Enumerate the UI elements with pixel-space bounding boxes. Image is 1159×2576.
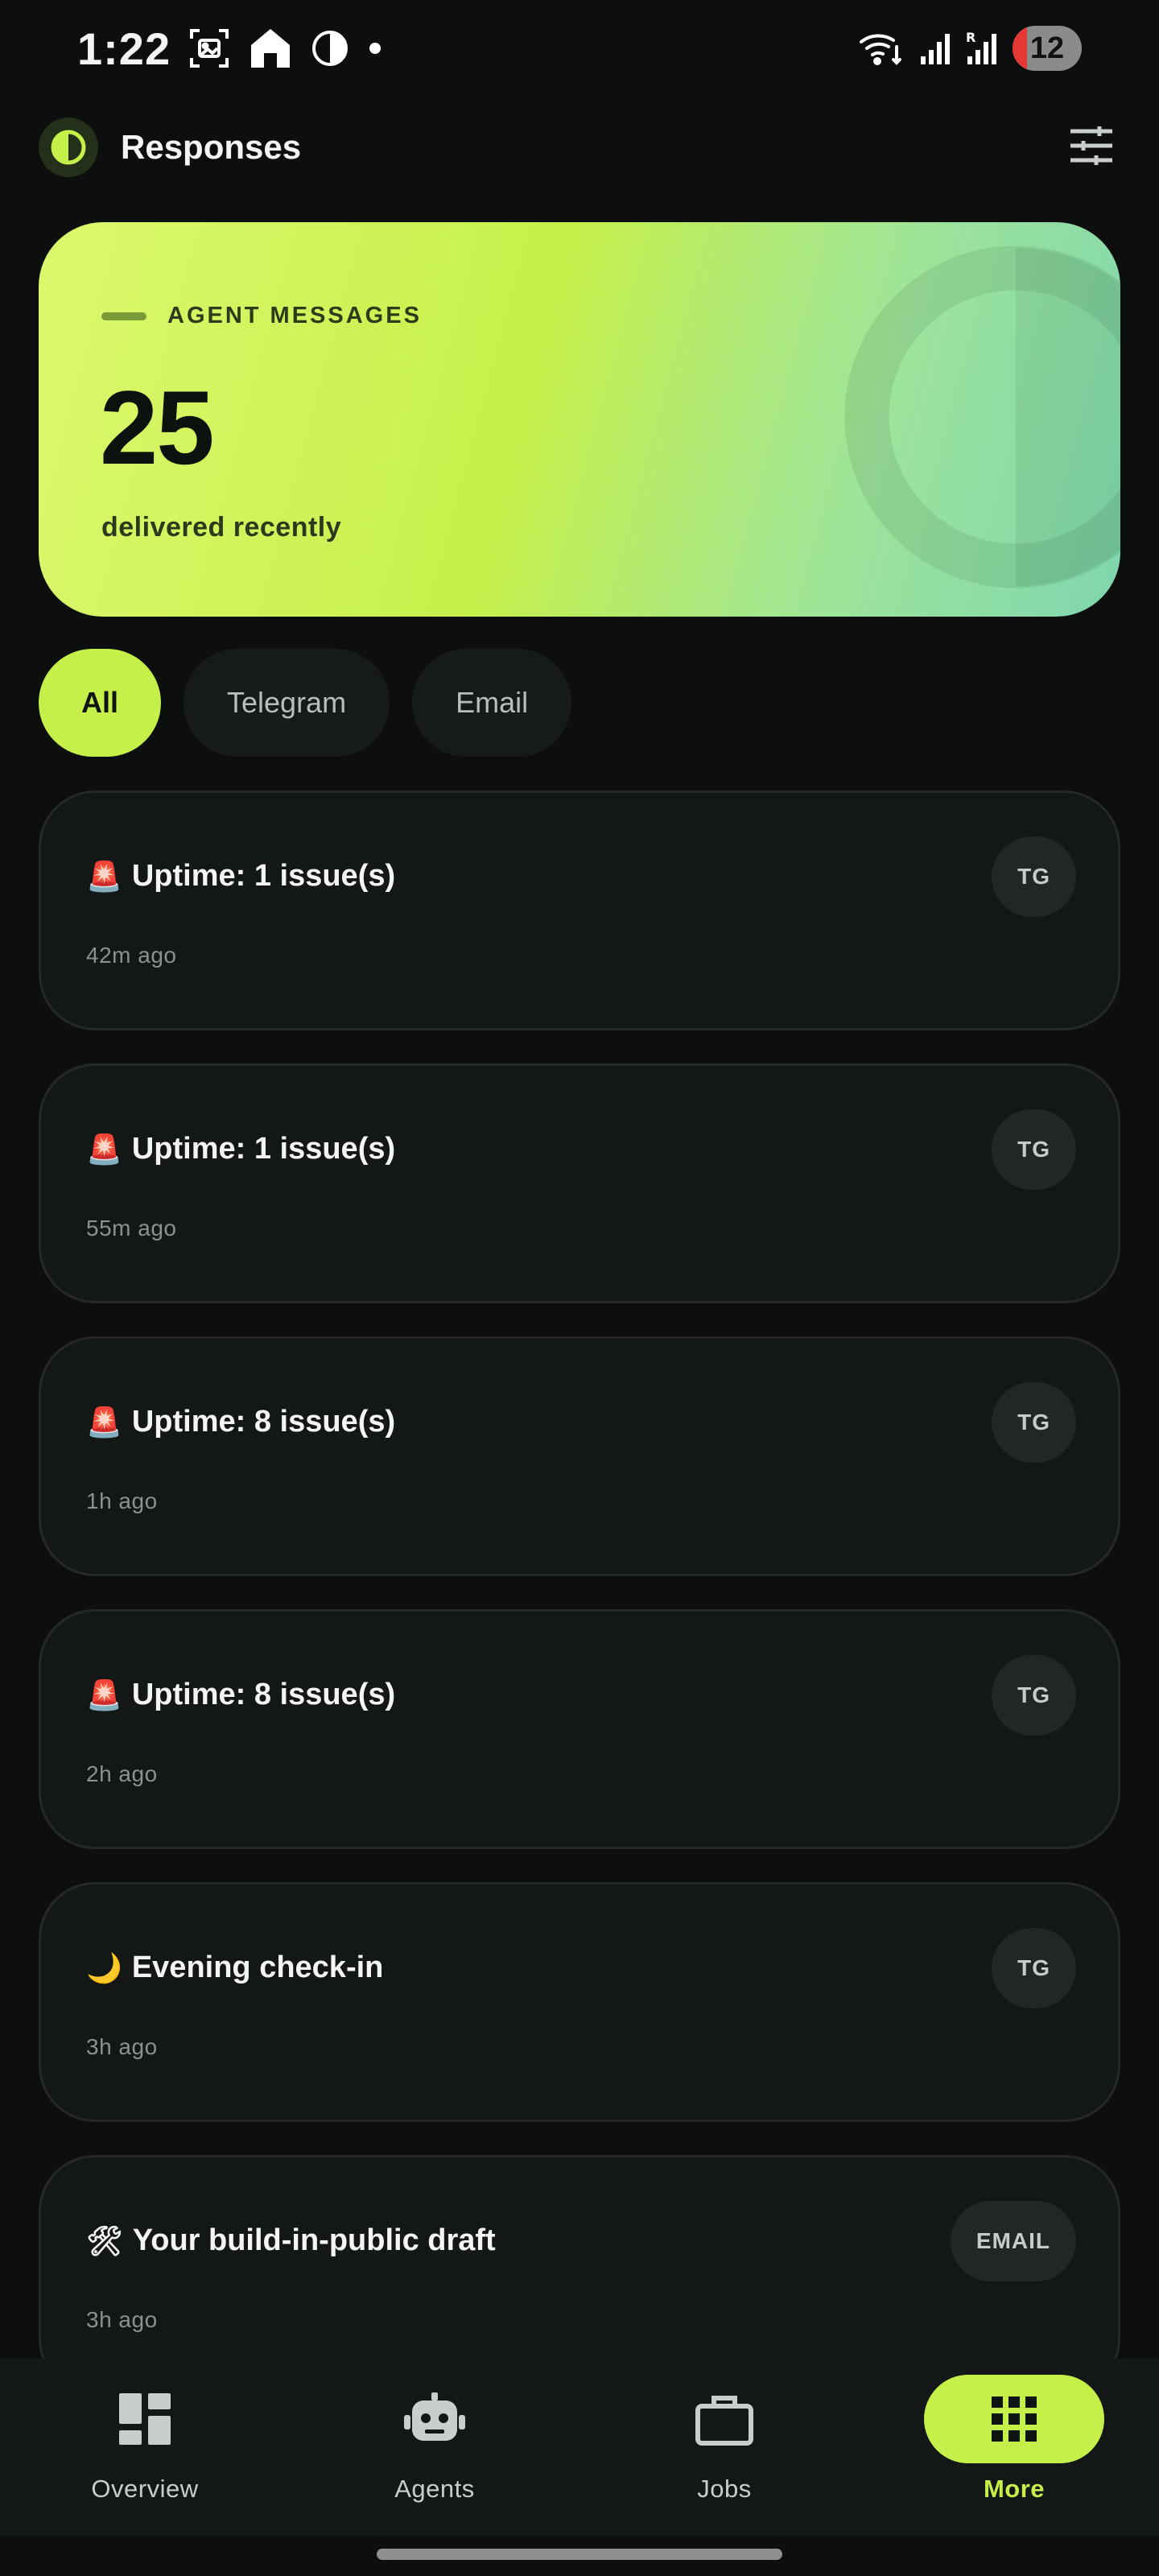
message-card[interactable]: 🌙 Evening check-in 3h ago TG xyxy=(39,1882,1120,2122)
filter-button[interactable] xyxy=(1062,118,1120,176)
signal-roaming-icon: R xyxy=(966,31,998,66)
channel-badge: TG xyxy=(992,1382,1076,1463)
wifi-icon xyxy=(858,29,905,68)
status-bar: 1:22 R 12 xyxy=(0,0,1159,97)
message-time: 1h ago xyxy=(86,1488,158,1513)
nav-item-agents[interactable]: Agents xyxy=(314,2359,555,2536)
nav-label: Overview xyxy=(91,2475,199,2503)
nav-item-jobs[interactable]: Jobs xyxy=(604,2359,845,2536)
half-circle-logo-icon xyxy=(39,118,98,177)
hero-label-row: AGENT MESSAGES xyxy=(101,303,422,329)
channel-badge: TG xyxy=(992,1655,1076,1736)
message-title: Uptime: 8 issue(s) xyxy=(131,1405,396,1439)
message-card[interactable]: 🚨 Uptime: 8 issue(s) 1h ago TG xyxy=(39,1336,1120,1576)
message-title-row: 🚨 Uptime: 8 issue(s) xyxy=(86,1678,395,1712)
message-title: Uptime: 1 issue(s) xyxy=(131,1132,396,1166)
message-card[interactable]: 🚨 Uptime: 8 issue(s) 2h ago TG xyxy=(39,1609,1120,1849)
bottom-navigation: Overview Agents Jobs More xyxy=(0,2359,1159,2536)
filter-chip-all[interactable]: All xyxy=(39,649,161,757)
message-count: 25 xyxy=(100,369,215,486)
message-title-row: 🚨 Uptime: 1 issue(s) xyxy=(86,859,395,894)
tools-icon: 🛠 xyxy=(86,2223,123,2257)
filter-chip-telegram[interactable]: Telegram xyxy=(184,649,390,757)
channel-badge: TG xyxy=(992,1928,1076,2008)
app-bar: Responses xyxy=(39,113,1120,182)
message-title: Uptime: 8 issue(s) xyxy=(131,1678,396,1711)
message-title: Uptime: 1 issue(s) xyxy=(131,859,396,893)
siren-icon: 🚨 xyxy=(86,1132,122,1166)
message-title-row: 🌙 Evening check-in xyxy=(86,1951,383,1985)
nav-label: More xyxy=(983,2475,1046,2503)
channel-badge: EMAIL xyxy=(950,2201,1076,2281)
siren-icon: 🚨 xyxy=(86,1678,122,1711)
nav-icon-wrap xyxy=(55,2375,235,2463)
message-title: Evening check-in xyxy=(131,1951,384,1984)
filter-chips: All Telegram Email xyxy=(39,649,572,757)
message-title-row: 🚨 Uptime: 8 issue(s) xyxy=(86,1405,395,1439)
decorative-ring-icon xyxy=(844,246,1120,588)
message-time: 3h ago xyxy=(86,2034,158,2059)
message-title: Your build-in-public draft xyxy=(132,2223,496,2257)
dot-icon xyxy=(367,40,383,56)
nav-icon-wrap xyxy=(634,2375,815,2463)
dashboard-icon xyxy=(119,2393,171,2445)
grid-icon xyxy=(992,2396,1037,2442)
siren-icon: 🚨 xyxy=(86,1405,122,1439)
robot-icon xyxy=(404,2392,465,2441)
battery-level: 12 xyxy=(1029,31,1065,65)
nav-label: Jobs xyxy=(697,2475,752,2503)
message-list: 🚨 Uptime: 1 issue(s) 42m ago TG 🚨 Uptime… xyxy=(39,791,1120,2428)
siren-icon: 🚨 xyxy=(86,859,122,893)
status-time: 1:22 xyxy=(77,23,171,74)
status-right: R 12 xyxy=(858,26,1082,71)
channel-badge: TG xyxy=(992,836,1076,917)
battery-indicator: 12 xyxy=(1013,26,1082,71)
hero-subtitle: delivered recently xyxy=(101,512,342,543)
channel-badge: TG xyxy=(992,1109,1076,1190)
message-time: 3h ago xyxy=(86,2307,158,2332)
svg-text:R: R xyxy=(966,31,975,45)
nav-icon-wrap xyxy=(924,2375,1104,2463)
hero-label: AGENT MESSAGES xyxy=(167,303,422,328)
page-title: Responses xyxy=(121,128,302,166)
message-title-row: 🚨 Uptime: 1 issue(s) xyxy=(86,1132,395,1166)
hero-dash xyxy=(101,312,146,320)
nav-icon-wrap xyxy=(344,2375,525,2463)
message-time: 42m ago xyxy=(86,943,177,968)
filter-sliders-icon xyxy=(1069,125,1114,171)
nav-item-overview[interactable]: Overview xyxy=(24,2359,266,2536)
signal-icon xyxy=(919,31,951,66)
message-time: 2h ago xyxy=(86,1761,158,1786)
screenshot-icon xyxy=(188,27,230,69)
message-title-row: 🛠 Your build-in-public draft xyxy=(86,2223,496,2258)
nav-item-more[interactable]: More xyxy=(893,2359,1135,2536)
contrast-icon xyxy=(311,29,349,68)
filter-chip-email[interactable]: Email xyxy=(412,649,572,757)
home-icon xyxy=(248,27,293,69)
agent-messages-summary-card: AGENT MESSAGES 25 delivered recently xyxy=(39,222,1120,617)
message-card[interactable]: 🚨 Uptime: 1 issue(s) 42m ago TG xyxy=(39,791,1120,1030)
home-indicator[interactable] xyxy=(377,2549,782,2560)
status-left: 1:22 xyxy=(77,23,383,75)
app-title-wrap: Responses xyxy=(39,118,301,177)
message-time: 55m ago xyxy=(86,1216,177,1241)
message-card[interactable]: 🚨 Uptime: 1 issue(s) 55m ago TG xyxy=(39,1063,1120,1303)
briefcase-icon xyxy=(695,2396,753,2446)
nav-label: Agents xyxy=(394,2475,475,2503)
moon-icon: 🌙 xyxy=(86,1951,122,1984)
